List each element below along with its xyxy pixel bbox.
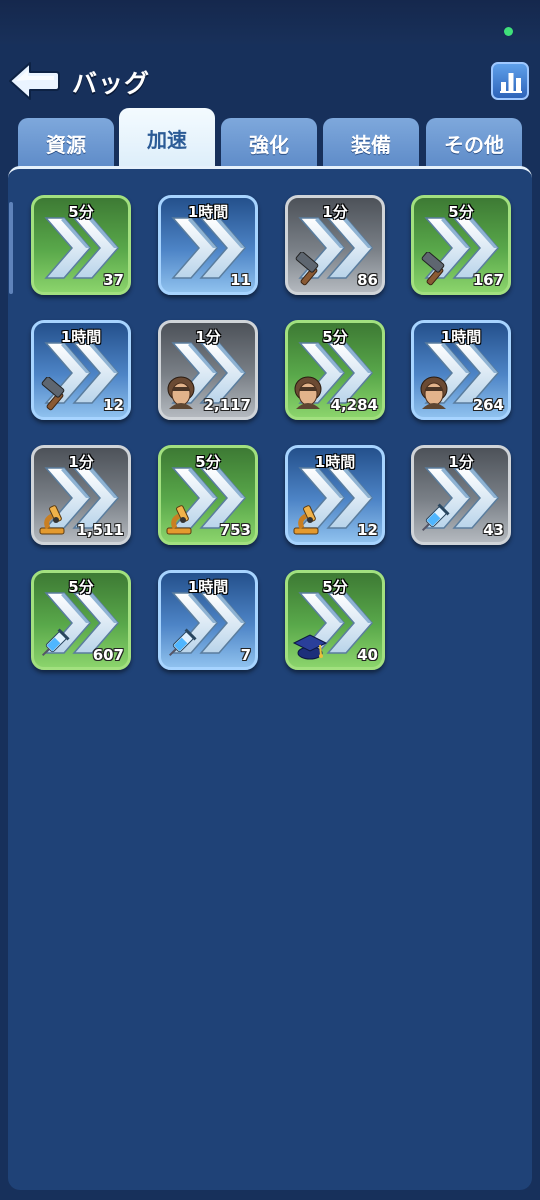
speedup-item[interactable]: 5分 607	[31, 570, 131, 670]
stats-button[interactable]	[491, 62, 529, 100]
item-count: 11	[230, 271, 251, 289]
item-duration: 1分	[448, 453, 474, 471]
back-button[interactable]	[8, 60, 60, 102]
speedup-item[interactable]: 5分 4,284	[285, 320, 385, 420]
item-duration: 1時間	[440, 328, 482, 346]
page-title: バッグ	[72, 69, 151, 98]
tab-other[interactable]: その他	[426, 118, 522, 168]
status-indicator-dot	[504, 27, 513, 36]
speedup-item[interactable]: 1分 1,511	[31, 445, 131, 545]
speedup-item[interactable]: 1時間 264	[411, 320, 511, 420]
item-duration: 5分	[322, 328, 348, 346]
item-duration: 5分	[68, 203, 94, 221]
syringe-icon	[421, 503, 450, 532]
item-count: 2,117	[203, 396, 251, 414]
item-count: 1,511	[76, 521, 124, 539]
graduation-cap-icon	[292, 634, 328, 660]
speedup-item[interactable]: 5分 40	[285, 570, 385, 670]
speedup-item[interactable]: 1時間 12	[285, 445, 385, 545]
tab-bar: 資源 加速 強化 装備 その他	[16, 106, 526, 168]
microscope-icon	[293, 505, 319, 535]
speedup-item[interactable]: 1分 43	[411, 445, 511, 545]
speedup-item[interactable]: 1分 2,117	[158, 320, 258, 420]
item-count: 607	[92, 646, 124, 664]
item-duration: 1分	[195, 328, 221, 346]
hammer-icon	[41, 377, 65, 411]
status-bar	[0, 0, 540, 44]
tab-equipment[interactable]: 装備	[323, 118, 419, 168]
tab-resources[interactable]: 資源	[18, 118, 114, 168]
item-duration: 5分	[448, 203, 474, 221]
soldier-head-icon	[167, 376, 195, 409]
item-duration: 1分	[322, 203, 348, 221]
syringe-icon	[168, 628, 197, 657]
speedup-item[interactable]: 1時間 7	[158, 570, 258, 670]
item-duration: 5分	[195, 453, 221, 471]
microscope-icon	[39, 505, 65, 535]
item-count: 264	[472, 396, 504, 414]
item-count: 753	[219, 521, 251, 539]
item-count: 37	[103, 271, 124, 289]
item-duration: 1時間	[60, 328, 102, 346]
syringe-icon	[41, 628, 70, 657]
hammer-icon	[421, 252, 445, 286]
item-count: 43	[483, 521, 504, 539]
tab-enhance[interactable]: 強化	[221, 118, 317, 168]
item-count: 86	[357, 271, 378, 289]
speedup-item[interactable]: 5分 167	[411, 195, 511, 295]
hammer-icon	[295, 252, 319, 286]
item-count: 12	[103, 396, 124, 414]
item-count: 167	[472, 271, 504, 289]
item-duration: 1時間	[187, 203, 229, 221]
item-count: 7	[240, 646, 251, 664]
tab-speedup[interactable]: 加速	[119, 108, 215, 168]
speedup-item[interactable]: 1時間 12	[31, 320, 131, 420]
item-count: 40	[357, 646, 378, 664]
speedup-item[interactable]: 5分 753	[158, 445, 258, 545]
item-duration: 5分	[68, 578, 94, 596]
soldier-head-icon	[420, 376, 448, 409]
item-duration: 1分	[68, 453, 94, 471]
speedup-item[interactable]: 1時間 11	[158, 195, 258, 295]
bar-chart-icon	[500, 73, 522, 93]
item-duration: 1時間	[187, 578, 229, 596]
microscope-icon	[166, 505, 192, 535]
item-duration: 5分	[322, 578, 348, 596]
soldier-head-icon	[294, 376, 322, 409]
item-duration: 1時間	[314, 453, 356, 471]
speedup-item[interactable]: 1分 86	[285, 195, 385, 295]
back-arrow-icon	[9, 62, 60, 100]
speedup-item[interactable]: 5分 37	[31, 195, 131, 295]
item-count: 4,284	[330, 396, 378, 414]
item-count: 12	[357, 521, 378, 539]
scrollbar[interactable]	[9, 202, 13, 294]
